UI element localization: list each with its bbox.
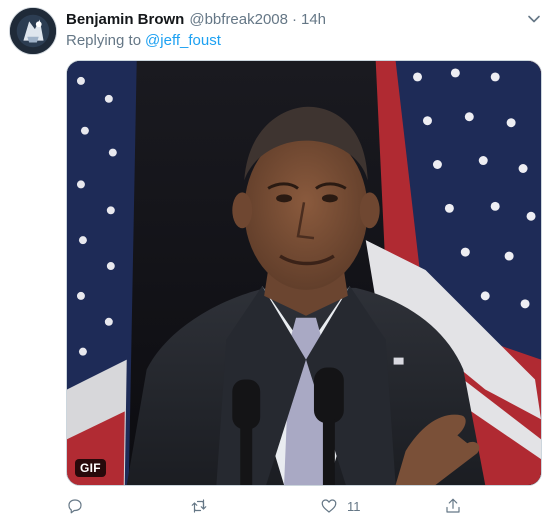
user-handle[interactable]: @bbfreak2008: [189, 11, 288, 28]
display-name[interactable]: Benjamin Brown: [66, 11, 184, 28]
replying-to-handle-link[interactable]: @jeff_foust: [145, 32, 221, 49]
like-button[interactable]: 11: [320, 494, 361, 518]
more-options-button[interactable]: [524, 9, 544, 29]
tweet-header: Benjamin Brown @bbfreak2008 · 14h: [66, 8, 326, 30]
separator-dot: ·: [292, 10, 297, 28]
gif-image: [67, 61, 541, 485]
replying-to-label: Replying to: [66, 31, 142, 49]
tweet-actions: 11: [66, 494, 542, 518]
gif-media[interactable]: GIF: [66, 60, 542, 486]
tweet-timestamp[interactable]: 14h: [301, 11, 326, 28]
reply-icon: [68, 499, 82, 514]
heart-icon: [321, 499, 337, 513]
share-button[interactable]: [444, 494, 462, 518]
retweet-icon: [191, 499, 207, 513]
like-count: 11: [347, 498, 361, 514]
replying-to: Replying to @jeff_foust: [66, 30, 221, 50]
gif-badge: GIF: [75, 459, 106, 477]
avatar[interactable]: [9, 7, 57, 55]
tweet[interactable]: Benjamin Brown @bbfreak2008 · 14h Replyi…: [0, 0, 554, 520]
reply-button[interactable]: [66, 494, 84, 518]
share-icon: [446, 498, 460, 513]
retweet-button[interactable]: [190, 494, 208, 518]
chevron-down-icon: [528, 15, 540, 23]
